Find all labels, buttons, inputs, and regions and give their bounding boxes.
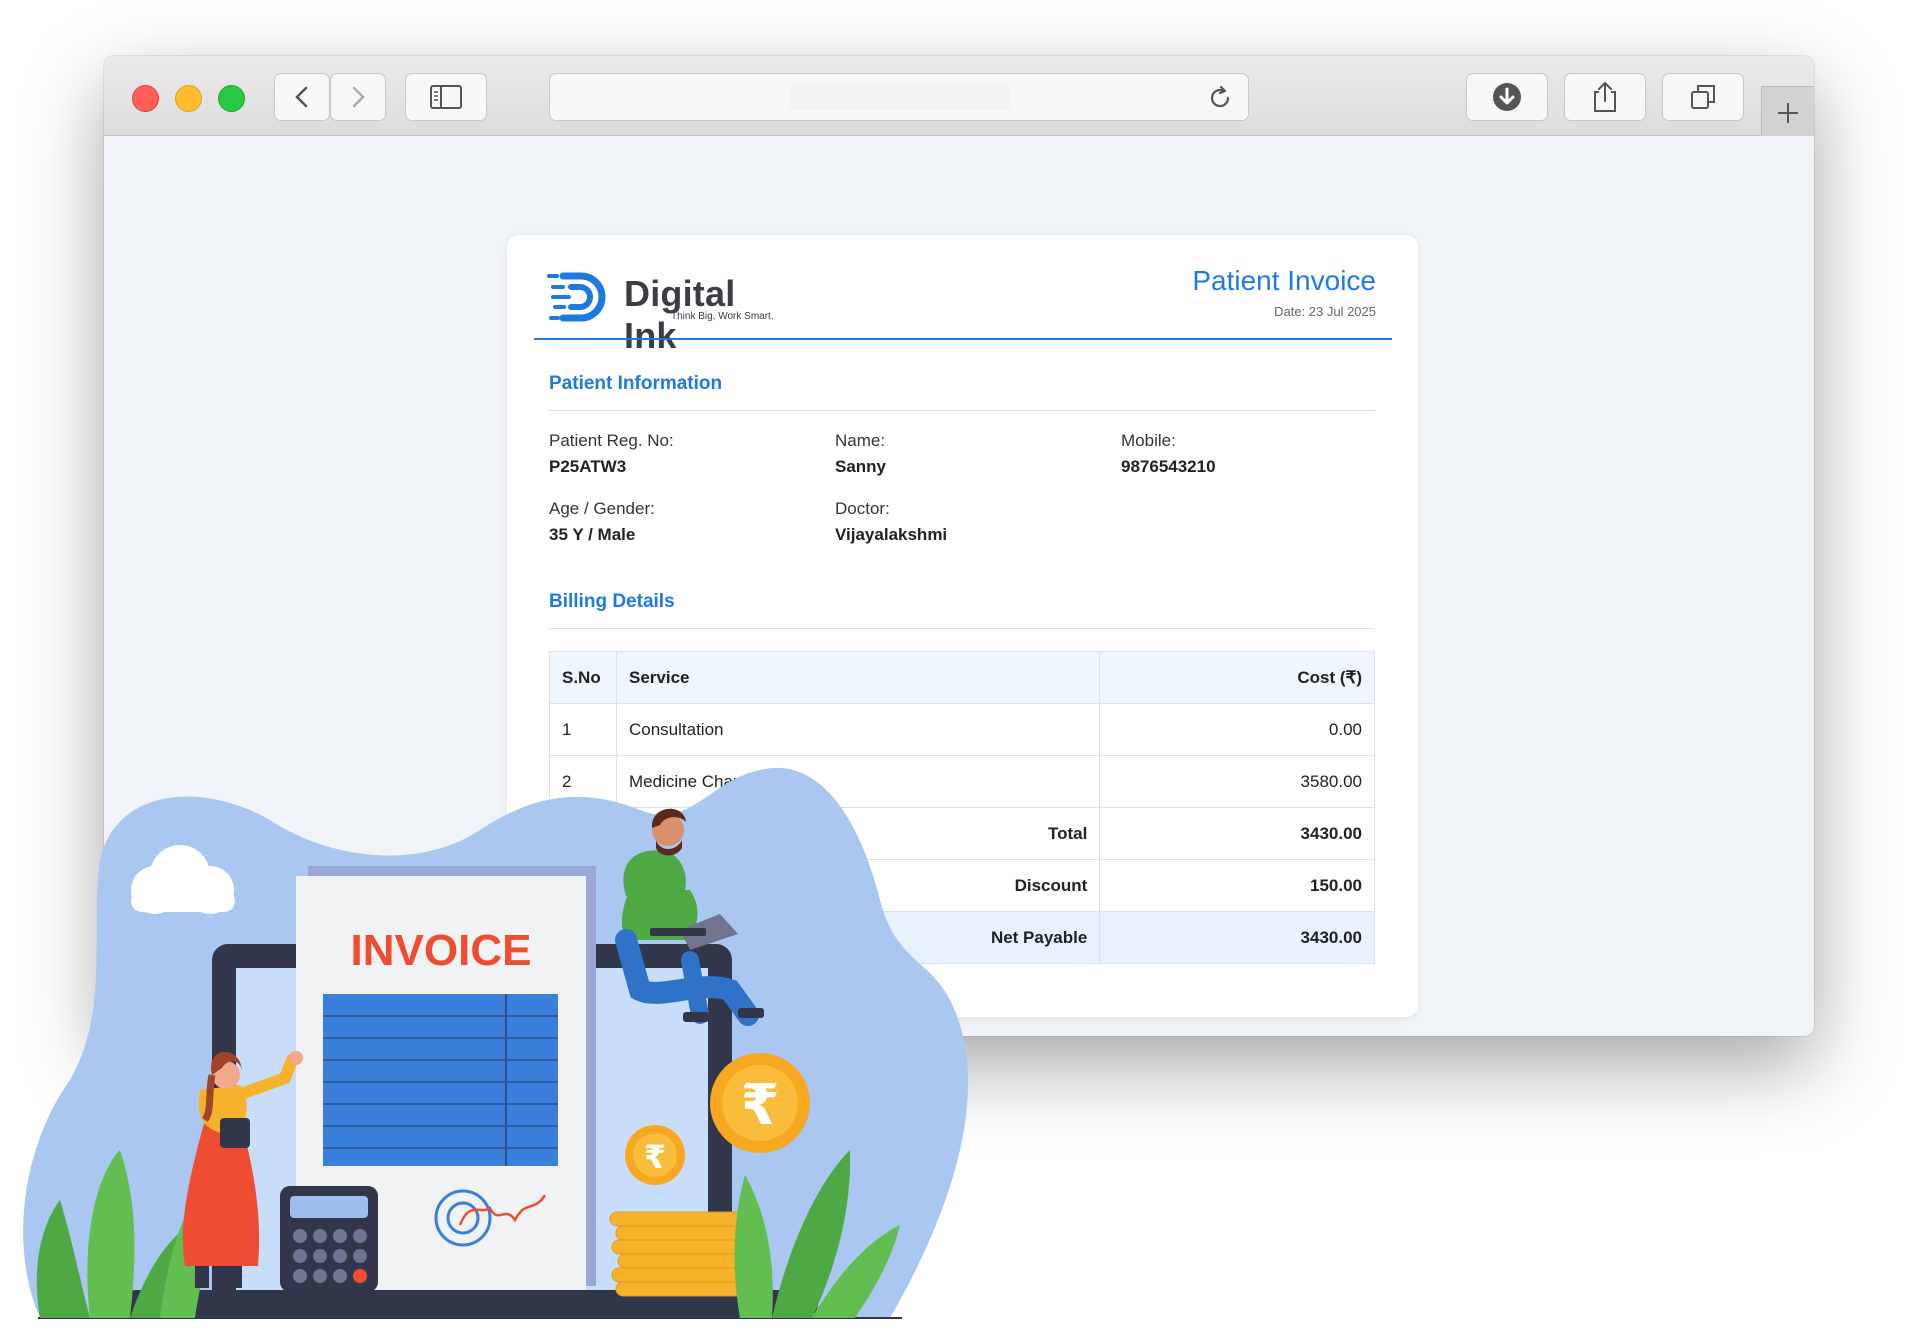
mobile-label: Mobile:	[1121, 431, 1176, 450]
browser-toolbar	[104, 56, 1814, 139]
chevron-right-icon	[352, 86, 365, 108]
patient-info-divider	[549, 410, 1375, 411]
minimize-window-button[interactable]	[175, 85, 202, 112]
table-header-row: S.No Service Cost (₹)	[549, 651, 1375, 704]
rupee-coin-large: ₹	[710, 1053, 810, 1153]
zoom-window-button[interactable]	[218, 85, 245, 112]
forward-button[interactable]	[330, 73, 386, 121]
invoice-sheet-table	[323, 994, 558, 1166]
chevron-left-icon	[295, 86, 308, 108]
sidebar-icon	[430, 85, 462, 109]
url-text	[790, 84, 1010, 110]
discount-value: 150.00	[1099, 859, 1375, 912]
patient-info-heading: Patient Information	[549, 373, 723, 394]
sidebar-toggle-button[interactable]	[405, 73, 487, 121]
invoice-date: Date: 23 Jul 2025	[1274, 304, 1376, 319]
reload-icon[interactable]	[1206, 84, 1234, 112]
share-icon	[1594, 82, 1616, 112]
tabs-overview-button[interactable]	[1662, 73, 1744, 121]
close-window-button[interactable]	[132, 85, 159, 112]
tabs-icon	[1691, 85, 1715, 109]
row-cost: 3580.00	[1099, 755, 1375, 808]
table-row: 2 Medicine Charges 3580.00	[549, 755, 1375, 808]
doctor-value: Vijayalakshmi	[835, 525, 948, 544]
download-icon	[1493, 83, 1521, 111]
table-row: 1 Consultation 0.00	[549, 703, 1375, 756]
row-service: Medicine Charges	[615, 755, 1101, 808]
row-service: Consultation	[615, 703, 1101, 756]
rupee-coin-small: ₹	[625, 1125, 685, 1185]
row-cost: 0.00	[1099, 703, 1375, 756]
column-header-cost: Cost (₹)	[1099, 651, 1375, 704]
name-value: Sanny	[835, 457, 887, 476]
billing-divider	[549, 628, 1375, 629]
rupee-symbol-large: ₹	[741, 1073, 780, 1138]
invoice-heading: INVOICE	[351, 926, 532, 975]
mobile-value: 9876543210	[1121, 457, 1216, 476]
age-gender-value: 35 Y / Male	[549, 525, 636, 544]
rupee-symbol-small: ₹	[644, 1138, 666, 1176]
doctor-label: Doctor:	[835, 499, 890, 518]
company-logo: Digital Ink Think Big, Work Smart.	[547, 267, 787, 356]
share-button[interactable]	[1564, 73, 1646, 121]
plus-icon	[1778, 103, 1798, 123]
logo-d-icon	[547, 272, 606, 322]
calculator-icon	[280, 1186, 378, 1292]
total-value: 3430.00	[1099, 807, 1375, 860]
billing-heading: Billing Details	[549, 591, 675, 612]
net-payable-value: 3430.00	[1099, 911, 1375, 964]
age-gender-label: Age / Gender:	[549, 499, 655, 518]
back-button[interactable]	[274, 73, 330, 121]
downloads-button[interactable]	[1466, 73, 1548, 121]
address-bar[interactable]	[549, 73, 1249, 121]
logo-tagline: Think Big, Work Smart.	[671, 311, 774, 322]
reg-no-value: P25ATW3	[549, 457, 627, 476]
header-divider	[534, 338, 1392, 340]
reg-no-label: Patient Reg. No:	[549, 431, 674, 450]
name-label: Name:	[835, 431, 886, 450]
new-tab-button[interactable]	[1761, 86, 1814, 139]
coin-stack	[609, 1211, 755, 1297]
row-sno: 1	[549, 703, 617, 756]
column-header-service: Service	[615, 651, 1101, 704]
column-header-sno: S.No	[549, 651, 617, 704]
invoice-title: Patient Invoice	[1192, 265, 1376, 296]
